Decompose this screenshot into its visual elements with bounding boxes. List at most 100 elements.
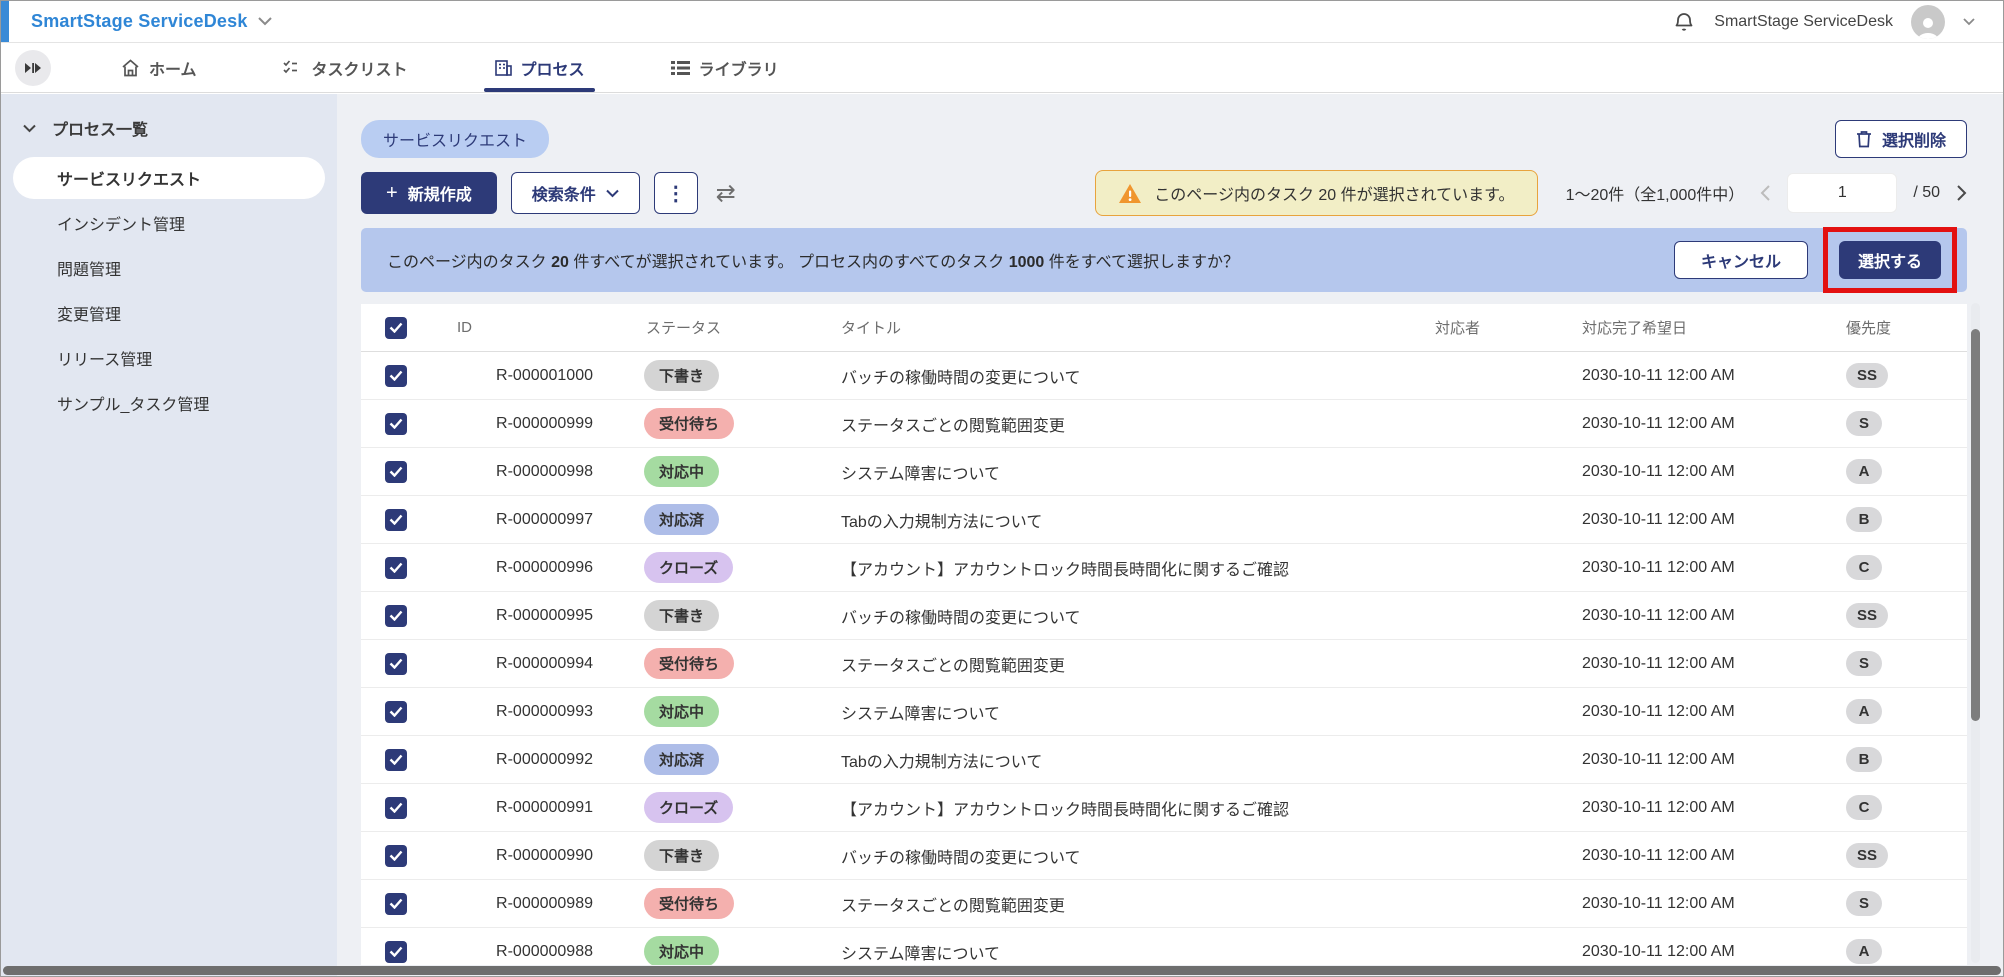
status-badge: 受付待ち: [644, 888, 734, 919]
row-priority-cell: A: [1828, 939, 1967, 964]
table-row[interactable]: R-000000991クローズ【アカウント】アカウントロック時間長時間化に関する…: [361, 784, 1967, 832]
row-checkbox[interactable]: [385, 749, 407, 771]
status-badge: 対応中: [644, 936, 719, 965]
priority-badge: S: [1846, 891, 1882, 916]
row-checkbox[interactable]: [385, 941, 407, 963]
row-checkbox[interactable]: [385, 605, 407, 627]
more-actions-button[interactable]: ⋮: [654, 172, 698, 214]
create-new-button[interactable]: + 新規作成: [361, 172, 497, 214]
sidebar-item[interactable]: インシデント管理: [13, 202, 325, 244]
tab-label: タスクリスト: [312, 56, 408, 80]
tab-tasklist[interactable]: タスクリスト: [277, 43, 414, 92]
sidebar-items: サービスリクエストインシデント管理問題管理変更管理リリース管理サンプル_タスク管…: [1, 157, 337, 424]
row-checkbox[interactable]: [385, 509, 407, 531]
sidebar-section-header[interactable]: プロセス一覧: [1, 108, 337, 154]
row-status-cell: クローズ: [618, 552, 818, 583]
app-title[interactable]: SmartStage ServiceDesk: [31, 11, 248, 32]
row-checkbox-cell: [361, 701, 433, 723]
avatar[interactable]: [1911, 5, 1945, 39]
row-id: R-000000992: [433, 751, 618, 769]
row-checkbox-cell: [361, 941, 433, 963]
row-priority-cell: B: [1828, 507, 1967, 532]
table-row[interactable]: R-000000999受付待ちステータスごとの閲覧範囲変更2030-10-11 …: [361, 400, 1967, 448]
sidebar-collapse-icon[interactable]: [15, 50, 51, 86]
status-badge: 対応済: [644, 504, 719, 535]
vertical-scrollbar-thumb[interactable]: [1971, 329, 1980, 721]
select-all-checkbox[interactable]: [385, 317, 407, 339]
pagination-prev-icon[interactable]: [1760, 185, 1771, 201]
row-checkbox[interactable]: [385, 413, 407, 435]
table-row[interactable]: R-000000989受付待ちステータスごとの閲覧範囲変更2030-10-11 …: [361, 880, 1967, 928]
search-conditions-button[interactable]: 検索条件: [511, 172, 640, 214]
row-title: ステータスごとの閲覧範囲変更: [818, 892, 1408, 916]
tab-label: ホーム: [149, 56, 197, 80]
row-id: R-000000989: [433, 895, 618, 913]
sidebar-item[interactable]: 問題管理: [13, 247, 325, 289]
home-icon: [121, 59, 140, 77]
sidebar-item[interactable]: 変更管理: [13, 292, 325, 334]
row-due-date: 2030-10-11 12:00 AM: [1558, 607, 1828, 625]
priority-badge: B: [1846, 747, 1882, 772]
select-all-button[interactable]: 選択する: [1839, 241, 1941, 279]
tab-process[interactable]: プロセス: [488, 43, 591, 92]
row-id: R-000000996: [433, 559, 618, 577]
table-row[interactable]: R-000000995下書きバッチの稼働時間の変更について2030-10-11 …: [361, 592, 1967, 640]
row-checkbox[interactable]: [385, 653, 407, 675]
table-row[interactable]: R-000000997対応済Tabの入力規制方法について2030-10-11 1…: [361, 496, 1967, 544]
row-title: 【アカウント】アカウントロック時間長時間化に関するご確認: [818, 556, 1408, 580]
row-due-date: 2030-10-11 12:00 AM: [1558, 415, 1828, 433]
tab-home[interactable]: ホーム: [115, 43, 203, 92]
row-priority-cell: C: [1828, 555, 1967, 580]
swap-arrows-icon[interactable]: ⇄: [716, 179, 736, 208]
row-id: R-000000988: [433, 943, 618, 961]
delete-selection-button[interactable]: 選択削除: [1835, 120, 1967, 158]
sidebar-item[interactable]: リリース管理: [13, 337, 325, 379]
row-status-cell: 対応済: [618, 744, 818, 775]
table-row[interactable]: R-000000998対応中システム障害について2030-10-11 12:00…: [361, 448, 1967, 496]
row-checkbox[interactable]: [385, 557, 407, 579]
cancel-button[interactable]: キャンセル: [1674, 241, 1808, 279]
row-checkbox-cell: [361, 893, 433, 915]
row-checkbox[interactable]: [385, 365, 407, 387]
status-badge: 対応中: [644, 456, 719, 487]
row-title: システム障害について: [818, 940, 1408, 964]
notification-bell-icon[interactable]: [1672, 10, 1696, 34]
page-number-input[interactable]: [1787, 173, 1897, 213]
row-checkbox[interactable]: [385, 461, 407, 483]
table-row[interactable]: R-000000988 対応中 システム障害について 2030-10-11 12:00…: [361, 928, 1967, 965]
row-id: R-000001000: [433, 367, 618, 385]
pagination-next-icon[interactable]: [1956, 185, 1967, 201]
table-row[interactable]: R-000000994受付待ちステータスごとの閲覧範囲変更2030-10-11 …: [361, 640, 1967, 688]
table-header-row: ID ステータス タイトル 対応者 対応完了希望日 優先度: [361, 304, 1967, 352]
row-checkbox-cell: [361, 605, 433, 627]
table-row[interactable]: R-000000996クローズ【アカウント】アカウントロック時間長時間化に関する…: [361, 544, 1967, 592]
row-checkbox-cell: [361, 845, 433, 867]
table-row[interactable]: R-000000990下書きバッチの稼働時間の変更について2030-10-11 …: [361, 832, 1967, 880]
table-row[interactable]: R-000001000下書きバッチの稼働時間の変更について2030-10-11 …: [361, 352, 1967, 400]
row-due-date: 2030-10-11 12:00 AM: [1558, 799, 1828, 817]
priority-badge: S: [1846, 411, 1882, 436]
main-area: サービスリクエスト 選択削除 + 新規作成 検索条件: [337, 94, 2003, 976]
column-header-id: ID: [433, 319, 618, 336]
app-title-chevron-down-icon[interactable]: [258, 17, 272, 26]
row-checkbox[interactable]: [385, 893, 407, 915]
row-checkbox[interactable]: [385, 797, 407, 819]
sidebar-item[interactable]: サンプル_タスク管理: [13, 382, 325, 424]
table-row[interactable]: R-000000993対応中システム障害について2030-10-11 12:00…: [361, 688, 1967, 736]
tab-library[interactable]: ライブラリ: [665, 43, 785, 92]
table-body: R-000001000下書きバッチの稼働時間の変更について2030-10-11 …: [361, 352, 1967, 965]
row-due-date: 2030-10-11 12:00 AM: [1558, 943, 1828, 961]
horizontal-scrollbar-thumb[interactable]: [3, 966, 2001, 975]
pagination-total-pages: / 50: [1913, 184, 1940, 202]
column-header-status: ステータス: [618, 317, 818, 338]
row-status-cell: 受付待ち: [618, 408, 818, 439]
row-status-cell: 下書き: [618, 600, 818, 631]
sidebar-item[interactable]: サービスリクエスト: [13, 157, 325, 199]
chevron-down-icon: [606, 189, 619, 198]
row-checkbox[interactable]: [385, 701, 407, 723]
row-priority-cell: SS: [1828, 843, 1967, 868]
row-checkbox[interactable]: [385, 845, 407, 867]
row-id: R-000000999: [433, 415, 618, 433]
table-row[interactable]: R-000000992対応済Tabの入力規制方法について2030-10-11 1…: [361, 736, 1967, 784]
avatar-chevron-down-icon[interactable]: [1963, 18, 1975, 26]
